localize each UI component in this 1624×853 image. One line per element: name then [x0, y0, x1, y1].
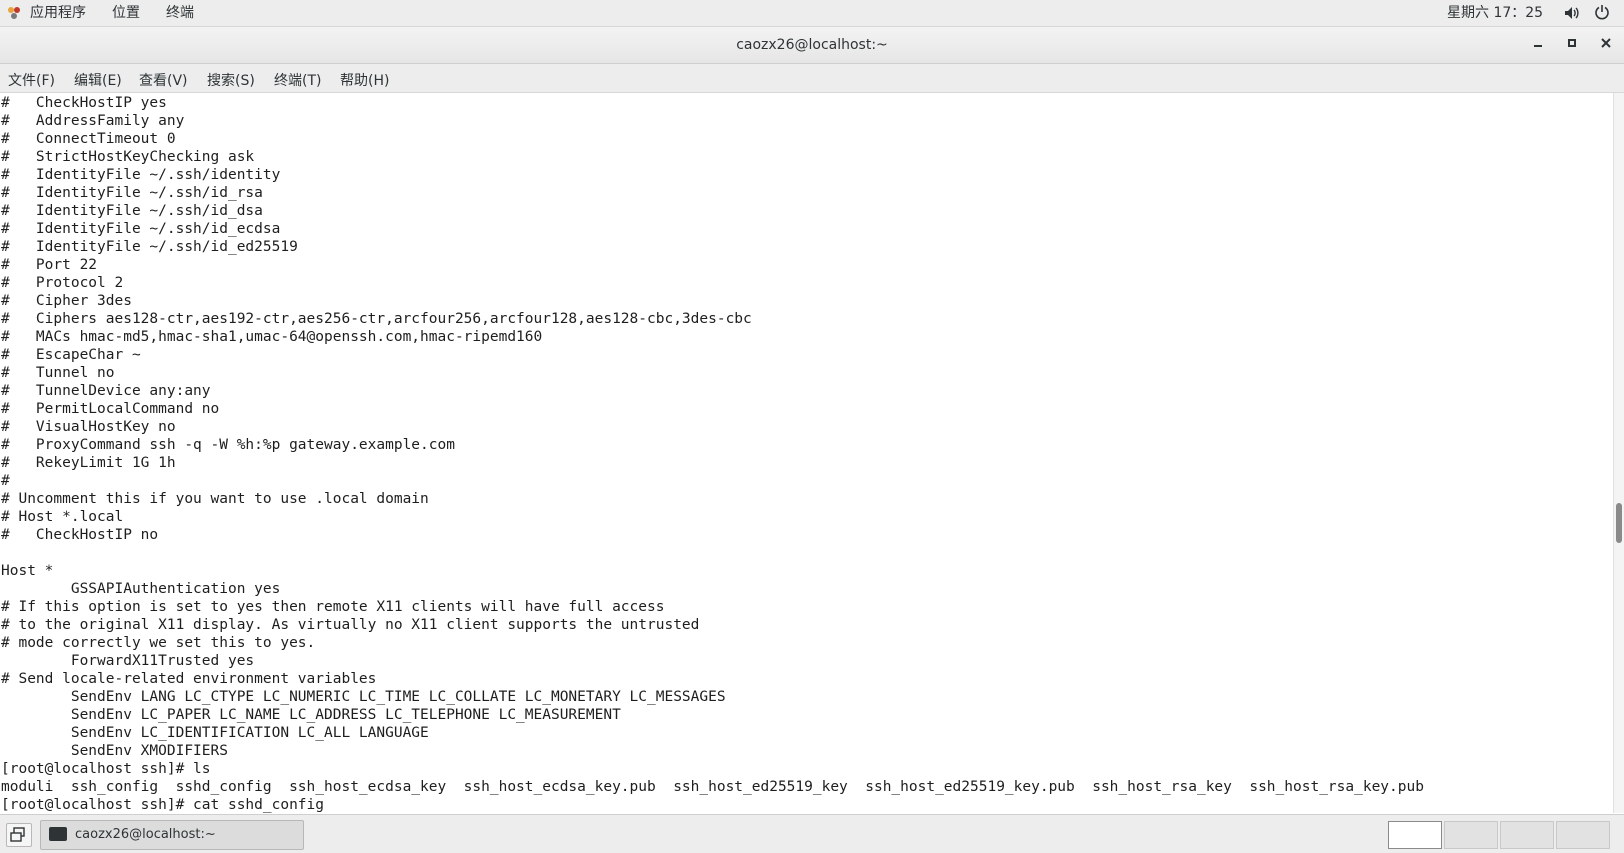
menu-bar: 文件(F) 编辑(E) 查看(V) 搜索(S) 终端(T) 帮助(H) — [0, 64, 1624, 93]
terminal-line: # RekeyLimit 1G 1h — [1, 455, 176, 471]
terminal-line: # TunnelDevice any:any — [1, 383, 211, 399]
window-title-bar[interactable]: caozx26@localhost:~ — [0, 27, 1624, 64]
terminal-line: # ProxyCommand ssh -q -W %h:%p gateway.e… — [1, 437, 455, 453]
menu-search[interactable]: 搜索(S) — [207, 70, 255, 90]
menu-help[interactable]: 帮助(H) — [340, 70, 389, 90]
window-title: caozx26@localhost:~ — [736, 37, 888, 53]
terminal-line: # EscapeChar ~ — [1, 347, 141, 363]
terminal-line: # mode correctly we set this to yes. — [1, 635, 316, 651]
terminal-line: # ConnectTimeout 0 — [1, 131, 176, 147]
terminal-line: # — [1, 473, 10, 489]
terminal-line: # If this option is set to yes then remo… — [1, 599, 665, 615]
scrollbar-thumb[interactable] — [1616, 503, 1622, 543]
menu-view[interactable]: 查看(V) — [139, 70, 188, 90]
terminal-line: # IdentityFile ~/.ssh/id_rsa — [1, 185, 263, 201]
terminal-line: Host * — [1, 563, 54, 579]
terminal-line: # to the original X11 display. As virtua… — [1, 617, 700, 633]
workspace-4[interactable] — [1556, 821, 1610, 849]
menu-terminal[interactable]: 终端(T) — [274, 70, 321, 90]
terminal-line: # VisualHostKey no — [1, 419, 176, 435]
terminal-line: moduli ssh_config sshd_config ssh_host_e… — [1, 779, 1424, 795]
maximize-icon[interactable] — [1562, 35, 1582, 55]
applications-menu[interactable]: 应用程序 — [30, 4, 86, 22]
terminal-line: # AddressFamily any — [1, 113, 185, 129]
terminal-line: # IdentityFile ~/.ssh/id_ecdsa — [1, 221, 281, 237]
terminal-line: # Send locale-related environment variab… — [1, 671, 377, 687]
top-panel: 应用程序 位置 终端 星期六 17：25 — [0, 0, 1624, 27]
terminal-output[interactable]: # CheckHostIP yes # AddressFamily any # Co… — [0, 93, 1614, 813]
terminal-line: # MACs hmac-md5,hmac-sha1,umac-64@openss… — [1, 329, 543, 345]
terminal-scrollbar[interactable] — [1613, 93, 1624, 813]
terminal-line: # Ciphers aes128-ctr,aes192-ctr,aes256-c… — [1, 311, 752, 327]
terminal-app-menu[interactable]: 终端 — [166, 4, 194, 22]
terminal-line: SendEnv LC_IDENTIFICATION LC_ALL LANGUAG… — [1, 725, 429, 741]
terminal-line: SendEnv LANG LC_CTYPE LC_NUMERIC LC_TIME… — [1, 689, 726, 705]
terminal-line: # PermitLocalCommand no — [1, 401, 220, 417]
taskbar-window-button[interactable]: caozx26@localhost:~ — [40, 820, 304, 850]
terminal-line: ForwardX11Trusted yes — [1, 653, 255, 669]
workspace-3[interactable] — [1500, 821, 1554, 849]
terminal-line: # CheckHostIP no — [1, 527, 159, 543]
terminal-line: [root@localhost ssh]# cat sshd_config — [1, 797, 325, 813]
terminal-line: # Tunnel no — [1, 365, 115, 381]
terminal-lines: # CheckHostIP yes # AddressFamily any # Co… — [1, 94, 1424, 813]
terminal-line: SendEnv XMODIFIERS — [1, 743, 228, 759]
terminal-line: # IdentityFile ~/.ssh/identity — [1, 167, 281, 183]
terminal-line: SendEnv LC_PAPER LC_NAME LC_ADDRESS LC_T… — [1, 707, 621, 723]
terminal-line: # Uncomment this if you want to use .loc… — [1, 491, 429, 507]
terminal-line: # Port 22 — [1, 257, 98, 273]
terminal-line: # StrictHostKeyChecking ask — [1, 149, 255, 165]
minimize-icon[interactable] — [1528, 35, 1548, 55]
terminal-line: # IdentityFile ~/.ssh/id_dsa — [1, 203, 263, 219]
window-list-icon — [10, 827, 25, 842]
menu-edit[interactable]: 编辑(E) — [74, 70, 122, 90]
terminal-line: # IdentityFile ~/.ssh/id_ed25519 — [1, 239, 298, 255]
places-menu[interactable]: 位置 — [112, 4, 140, 22]
show-desktop-button[interactable] — [6, 823, 32, 847]
terminal-line: # Cipher 3des — [1, 293, 132, 309]
close-icon[interactable] — [1596, 35, 1616, 55]
terminal-line: # CheckHostIP yes — [1, 95, 167, 111]
power-icon[interactable] — [1594, 4, 1610, 20]
clock[interactable]: 星期六 17：25 — [1447, 4, 1543, 22]
taskbar-window-label: caozx26@localhost:~ — [75, 827, 216, 842]
bottom-taskbar: caozx26@localhost:~ — [0, 814, 1624, 853]
terminal-line: [root@localhost ssh]# ls — [1, 761, 211, 777]
terminal-line: GSSAPIAuthentication yes — [1, 581, 281, 597]
workspace-1[interactable] — [1388, 821, 1442, 849]
volume-icon[interactable] — [1564, 6, 1580, 20]
workspace-2[interactable] — [1444, 821, 1498, 849]
terminal-icon — [49, 827, 67, 841]
terminal-line: # Host *.local — [1, 509, 124, 525]
apps-icon[interactable] — [6, 5, 22, 21]
menu-file[interactable]: 文件(F) — [8, 70, 55, 90]
terminal-line: # Protocol 2 — [1, 275, 124, 291]
